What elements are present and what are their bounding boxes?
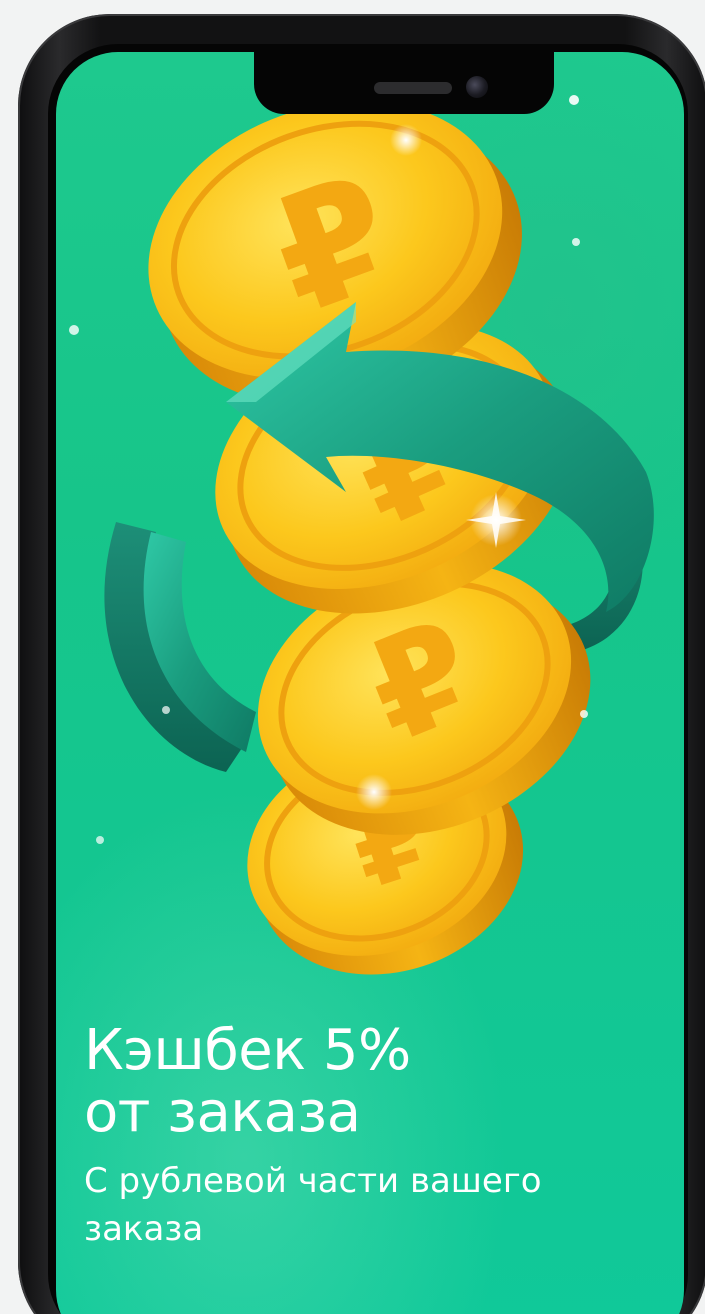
title-line-2: от заказа — [84, 1080, 361, 1145]
speaker-grille — [374, 82, 452, 94]
subtitle-line-1: С рублевой части вашего — [84, 1161, 542, 1201]
front-camera-icon — [466, 76, 488, 98]
cashback-subtitle: С рублевой части вашего заказа — [84, 1157, 644, 1253]
page: ₽ ₽ ₽ ₽ Кэшбек 5% от заказа С рублевой ч… — [0, 0, 705, 1314]
subtitle-line-2: заказа — [84, 1209, 204, 1249]
phone-screen: ₽ ₽ ₽ ₽ Кэшбек 5% от заказа С рублевой ч… — [56, 52, 684, 1314]
phone-notch — [254, 52, 554, 114]
title-line-1: Кэшбек 5% — [84, 1018, 411, 1083]
cashback-illustration: ₽ ₽ ₽ ₽ — [69, 95, 654, 975]
cashback-title: Кэшбек 5% от заказа — [84, 1020, 664, 1144]
